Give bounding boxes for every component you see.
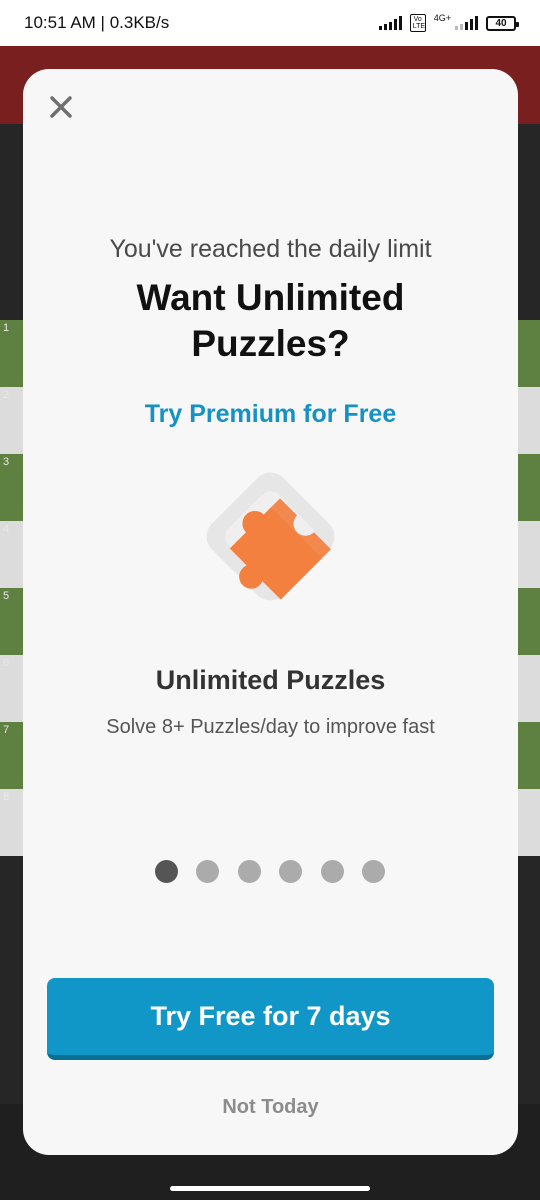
rank-number: 2 bbox=[3, 389, 10, 401]
carousel-dot[interactable] bbox=[320, 859, 344, 883]
status-bar: 10:51 AM | 0.3KB/s Vo LTE 4G+ 40 bbox=[0, 0, 540, 46]
home-indicator bbox=[170, 1186, 370, 1191]
limit-subtitle: You've reached the daily limit bbox=[109, 235, 432, 263]
battery-icon: 40 bbox=[486, 15, 519, 31]
volte-badge: Vo LTE bbox=[409, 14, 426, 32]
close-icon bbox=[50, 96, 72, 118]
status-time: 10:51 AM | 0.3KB/s bbox=[24, 13, 170, 32]
status-icons: Vo LTE 4G+ 40 bbox=[378, 12, 519, 32]
carousel-dot[interactable] bbox=[196, 859, 220, 883]
carousel-dot[interactable] bbox=[237, 859, 261, 883]
try-free-button-label: Try Free for 7 days bbox=[150, 1001, 391, 1031]
rank-number: 1 bbox=[3, 322, 10, 334]
close-button[interactable] bbox=[45, 91, 77, 123]
feature-title: Unlimited Puzzles bbox=[155, 665, 386, 695]
carousel-dot[interactable] bbox=[279, 859, 303, 883]
try-free-button[interactable]: Try Free for 7 days bbox=[47, 978, 494, 1060]
carousel-dot[interactable] bbox=[155, 859, 178, 883]
modal-headline: Want Unlimited Puzzles? bbox=[23, 275, 518, 367]
puzzle-piece-icon bbox=[183, 449, 358, 624]
network-type: 4G+ bbox=[433, 12, 451, 23]
rank-number: 7 bbox=[3, 724, 10, 736]
signal-icon bbox=[378, 16, 402, 30]
feature-description: Solve 8+ Puzzles/day to improve fast bbox=[106, 716, 435, 738]
premium-upsell-modal: You've reached the daily limit Want Unli… bbox=[23, 69, 518, 1155]
battery-level: 40 bbox=[495, 17, 507, 29]
rank-number: 6 bbox=[3, 657, 10, 669]
carousel-dot[interactable] bbox=[361, 859, 385, 883]
headline-line-1: Want Unlimited bbox=[136, 277, 405, 318]
signal-icon-2 bbox=[455, 16, 478, 30]
not-today-button[interactable]: Not Today bbox=[23, 1096, 518, 1119]
rank-number: 3 bbox=[3, 456, 10, 468]
try-premium-link[interactable]: Try Premium for Free bbox=[23, 400, 518, 429]
headline-line-2: Puzzles? bbox=[191, 323, 350, 364]
rank-number: 8 bbox=[3, 791, 10, 803]
carousel-indicator bbox=[155, 859, 385, 883]
rank-number: 5 bbox=[3, 590, 10, 602]
rank-number: 4 bbox=[3, 523, 10, 535]
